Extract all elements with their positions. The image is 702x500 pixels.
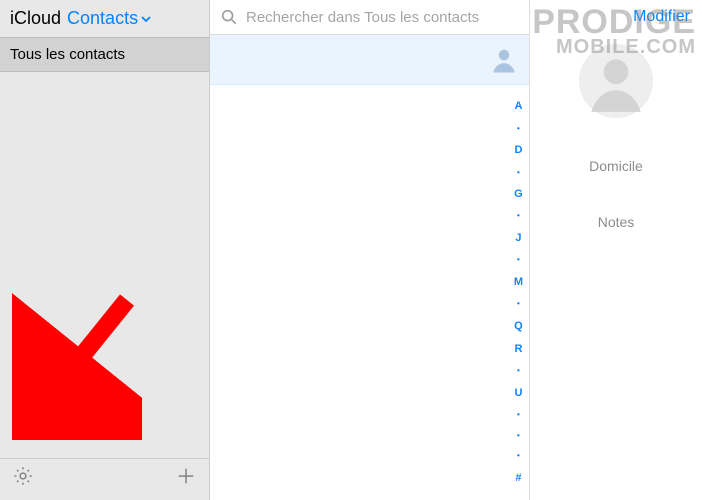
contact-detail-panel: Modifier Domicile Notes [530, 0, 702, 500]
selected-contact-row[interactable] [210, 35, 529, 85]
sidebar-spacer [0, 72, 209, 458]
sidebar-group-label: Tous les contacts [10, 46, 125, 63]
index-letter[interactable]: R [514, 344, 522, 355]
index-letter[interactable]: A [514, 101, 522, 112]
contacts-list-panel: A • D • G • J • M • Q R • U • • • # [210, 0, 530, 500]
index-letter[interactable]: D [514, 145, 522, 156]
edit-button[interactable]: Modifier [633, 8, 690, 26]
section-dropdown[interactable]: Contacts [67, 8, 152, 29]
index-letter[interactable]: • [517, 432, 520, 440]
search-input[interactable] [246, 9, 519, 26]
sidebar-footer [0, 458, 209, 500]
app-root: iCloud Contacts Tous les contacts [0, 0, 702, 500]
sidebar-group-all-contacts[interactable]: Tous les contacts [0, 37, 209, 72]
search-bar[interactable] [210, 0, 529, 35]
alphabet-index[interactable]: A • D • G • J • M • Q R • U • • • # [514, 85, 523, 500]
index-letter[interactable]: • [517, 169, 520, 177]
detail-header: Modifier [530, 0, 702, 34]
search-icon [220, 8, 238, 26]
contacts-list-body: A • D • G • J • M • Q R • U • • • # [210, 85, 529, 500]
index-letter[interactable]: J [515, 233, 521, 244]
field-notes[interactable]: Notes [598, 214, 635, 230]
brand-label: iCloud [10, 8, 61, 29]
index-letter[interactable]: • [517, 411, 520, 419]
chevron-down-icon [140, 13, 152, 25]
avatar-placeholder-icon [579, 44, 653, 118]
index-letter[interactable]: • [517, 300, 520, 308]
gear-icon [12, 465, 34, 487]
index-letter[interactable]: # [515, 473, 521, 484]
plus-icon [175, 465, 197, 487]
index-letter[interactable]: • [517, 256, 520, 264]
index-letter[interactable]: G [514, 189, 523, 200]
index-letter[interactable]: • [517, 125, 520, 133]
avatar [579, 44, 653, 118]
index-letter[interactable]: U [514, 388, 522, 399]
index-letter[interactable]: Q [514, 321, 523, 332]
groups-sidebar: iCloud Contacts Tous les contacts [0, 0, 210, 500]
sidebar-header: iCloud Contacts [0, 0, 209, 37]
contact-silhouette-icon [489, 45, 519, 75]
add-button[interactable] [175, 465, 197, 492]
section-label: Contacts [67, 8, 138, 29]
index-letter[interactable]: M [514, 277, 523, 288]
detail-body: Domicile Notes [530, 34, 702, 230]
index-letter[interactable]: • [517, 212, 520, 220]
field-domicile[interactable]: Domicile [589, 158, 643, 174]
index-letter[interactable]: • [517, 452, 520, 460]
index-letter[interactable]: • [517, 367, 520, 375]
settings-button[interactable] [12, 465, 34, 492]
